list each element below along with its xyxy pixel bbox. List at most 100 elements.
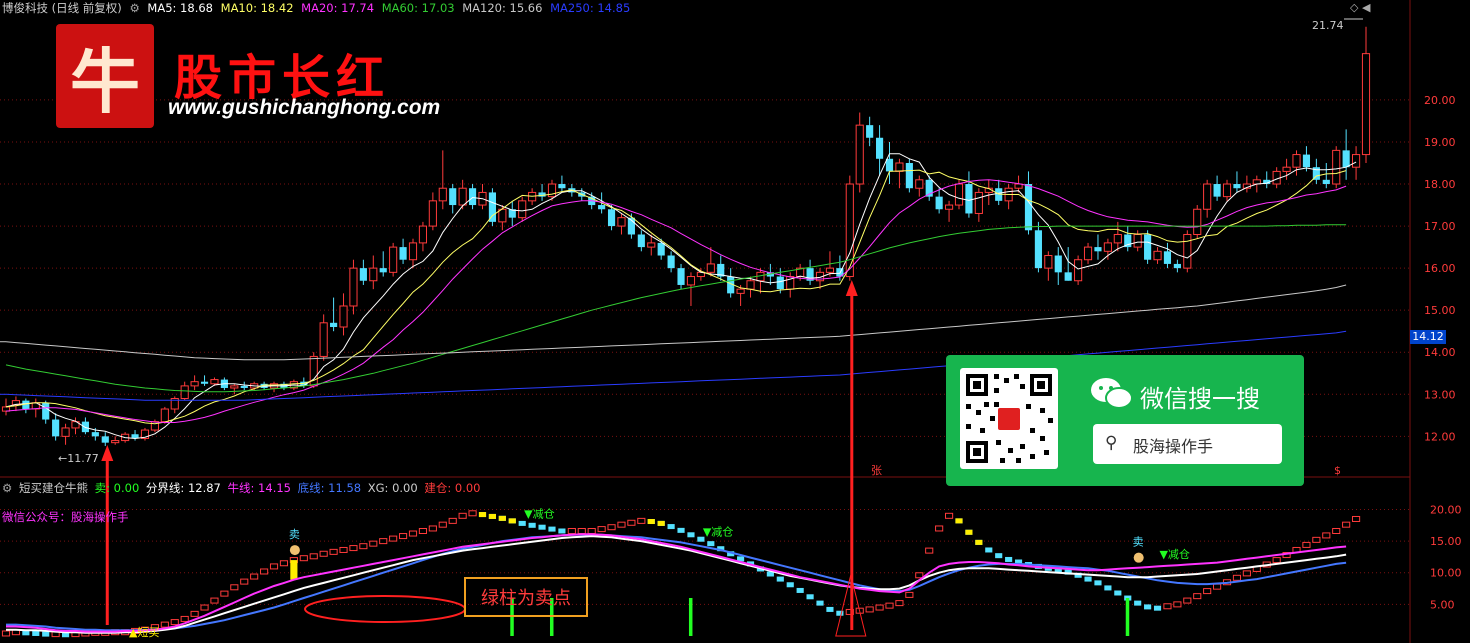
zhang-marker: 张 <box>871 464 882 477</box>
indicator-bar <box>260 568 269 575</box>
candle-body <box>101 436 109 443</box>
indicator-legend: ⚙ 短买建仓牛熊 卖: 0.00 分界线: 12.87 牛线: 14.15 底线… <box>2 480 483 496</box>
diamond-icon[interactable]: ◇ <box>1350 1 1358 14</box>
candle-body <box>1222 183 1232 198</box>
indicator-tick-label: 10.00 <box>1430 567 1462 580</box>
indicator-bar <box>607 524 616 531</box>
high-price-label: 21.74 <box>1312 19 1344 32</box>
indicator-bar <box>1153 605 1162 611</box>
candle-body <box>1113 233 1122 244</box>
indicator-bar <box>1183 597 1192 604</box>
indicator-name[interactable]: 短买建仓牛熊 <box>19 481 88 495</box>
indicator-bar <box>1005 556 1013 562</box>
indicator-bar <box>210 597 219 604</box>
candle <box>845 175 854 281</box>
indicator-bar <box>458 512 467 519</box>
triangle-icon[interactable]: ◀ <box>1362 1 1370 14</box>
candle <box>428 192 437 231</box>
settings-icon[interactable]: ⚙ <box>129 1 139 15</box>
candle-body <box>1361 53 1371 156</box>
candle-body <box>518 200 527 219</box>
window-icons: ◇ ◀ <box>1350 1 1370 14</box>
wechat-search-box[interactable]: ⚲ 股海操作手 <box>1093 424 1282 464</box>
candle <box>101 432 109 447</box>
indicator-bar <box>1163 603 1172 610</box>
indicator-bar-yellow <box>488 513 496 519</box>
indicator-bar <box>687 532 695 538</box>
indicator-bar <box>905 591 914 598</box>
indicator-bar <box>389 535 398 542</box>
candle <box>1054 247 1062 285</box>
candle <box>617 213 626 235</box>
candle-body <box>438 187 447 202</box>
candle <box>1103 238 1112 260</box>
candle <box>1213 175 1221 201</box>
candle <box>1094 234 1102 260</box>
candle-body <box>458 187 467 206</box>
indicator-bar <box>250 573 259 580</box>
price-tick-label: 18.00 <box>1424 178 1456 191</box>
indicator-bar <box>1272 557 1281 564</box>
candle-body <box>974 191 983 214</box>
stock-name[interactable]: 博俊科技 (日线 前复权) <box>2 1 122 15</box>
indicator-bar <box>1104 585 1112 591</box>
indicator-bar <box>518 520 526 526</box>
di-legend: 底线: 11.58 <box>297 481 362 495</box>
indicator-bar <box>796 587 804 593</box>
indicator-bar <box>299 555 308 562</box>
candle <box>319 314 328 361</box>
candle-body <box>339 305 348 328</box>
candle-body <box>1282 166 1291 172</box>
candle <box>408 238 418 269</box>
candle-body <box>111 440 120 444</box>
candle-body <box>1024 184 1033 231</box>
indicator-bar-yellow <box>508 518 516 524</box>
indicator-bar <box>528 522 536 528</box>
candle-body <box>399 247 407 260</box>
candle <box>1124 226 1132 252</box>
candle-body <box>776 276 784 290</box>
candle-body <box>825 267 835 273</box>
indicator-line <box>6 533 1347 632</box>
candle-body <box>428 200 437 227</box>
candle-body <box>885 158 894 172</box>
indicator-lines <box>6 533 1347 634</box>
indicator-bar <box>339 546 348 553</box>
indicator-bar <box>895 600 904 607</box>
candle <box>974 188 983 222</box>
indicator-bar <box>548 526 556 532</box>
sell-signal: 卖 <box>1133 536 1144 549</box>
candle <box>717 255 725 281</box>
indicator-bar <box>567 527 576 534</box>
candle-body <box>965 184 973 214</box>
candle-body <box>52 419 60 437</box>
candle <box>1342 129 1350 180</box>
indicator-bar <box>944 512 954 519</box>
wechat-search-text: 股海操作手 <box>1133 437 1214 456</box>
indicator-bar <box>935 525 944 532</box>
settings-icon[interactable]: ⚙ <box>2 481 12 495</box>
candle-body <box>1153 250 1162 261</box>
indicator-bar <box>1094 580 1102 586</box>
candle-body <box>330 322 338 328</box>
candle <box>538 184 546 201</box>
candle-body <box>876 137 884 159</box>
price-tick-label: 19.00 <box>1424 136 1456 149</box>
ma60-legend: MA60: 17.03 <box>381 1 455 15</box>
candle-body <box>389 246 398 273</box>
candle <box>677 263 685 290</box>
candle <box>1361 26 1371 163</box>
indicator-bar <box>627 519 636 526</box>
indicator-bar <box>279 560 289 567</box>
wechat-search-card: 微信搜一搜 ⚲ 股海操作手 <box>946 355 1304 486</box>
candle-body <box>1074 259 1083 282</box>
candle <box>339 293 348 336</box>
indicator-bar <box>408 530 418 537</box>
candle-body <box>895 162 904 172</box>
candle-body <box>657 242 665 256</box>
indicator-bar <box>1144 604 1152 610</box>
candle <box>915 175 924 197</box>
candle-body <box>1342 150 1350 168</box>
candle-body <box>637 234 645 248</box>
thumb-icon <box>1133 552 1144 563</box>
